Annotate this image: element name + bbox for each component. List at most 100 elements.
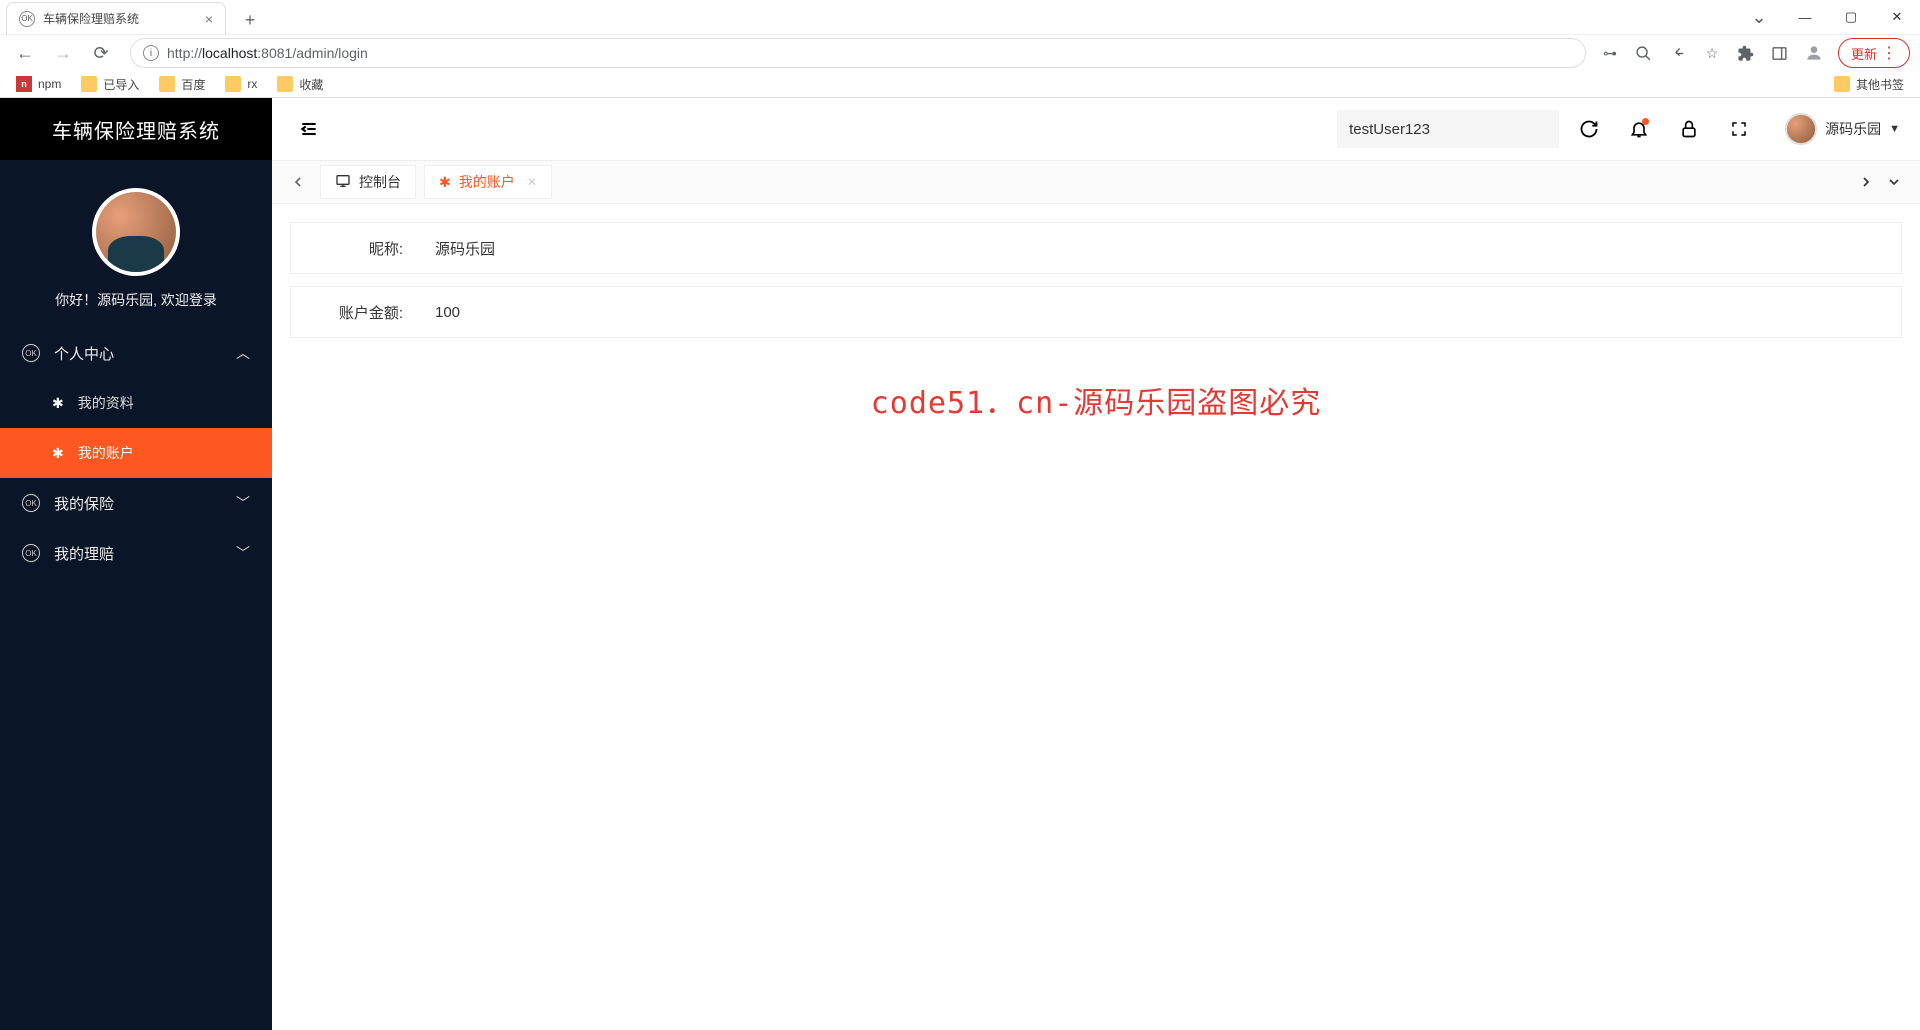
- profile-icon[interactable]: [1804, 43, 1824, 63]
- refresh-button[interactable]: [1569, 109, 1609, 149]
- chevron-left-icon: [290, 174, 306, 190]
- greeting-text: 你好！源码乐园, 欢迎登录: [55, 290, 217, 310]
- nav-my-claims[interactable]: OK 我的理赔 ﹀: [0, 528, 272, 578]
- lock-icon: [1679, 119, 1699, 139]
- password-key-icon[interactable]: ⊶: [1600, 45, 1620, 62]
- bookmark-baidu[interactable]: 百度: [159, 76, 205, 93]
- chevron-down-icon: ﹀: [236, 543, 250, 563]
- url-scheme: http://: [167, 45, 202, 61]
- search-input-wrap: [1337, 110, 1559, 148]
- ok-icon: OK: [22, 494, 40, 512]
- close-window-button[interactable]: ✕: [1874, 1, 1920, 33]
- username-label: 源码乐园: [1825, 119, 1881, 139]
- row-balance: 账户金额: 100: [290, 286, 1902, 338]
- update-label: 更新: [1851, 44, 1877, 63]
- main-area: 源码乐园 ▼ 控制台 ✱ 我的账户 ✕: [272, 98, 1920, 1030]
- lock-button[interactable]: [1669, 109, 1709, 149]
- chevron-right-icon: [1858, 174, 1874, 190]
- zoom-icon[interactable]: [1634, 45, 1654, 62]
- fullscreen-button[interactable]: [1719, 109, 1759, 149]
- star-icon: ✱: [52, 395, 64, 412]
- tab-title: 车辆保险理赔系统: [43, 10, 197, 27]
- page-tabs-row: 控制台 ✱ 我的账户 ✕: [272, 160, 1920, 204]
- star-icon[interactable]: ☆: [1702, 45, 1722, 62]
- nav-my-insurance[interactable]: OK 我的保险 ﹀: [0, 478, 272, 528]
- folder-icon: [277, 76, 293, 92]
- app-root: 车辆保险理赔系统 你好！源码乐园, 欢迎登录 OK 个人中心 ︿ ✱ 我的资料 …: [0, 98, 1920, 1030]
- site-info-icon[interactable]: i: [143, 45, 159, 61]
- caret-down-icon: ▼: [1889, 123, 1900, 135]
- chevron-down-icon: ﹀: [236, 493, 250, 513]
- tab-my-account[interactable]: ✱ 我的账户 ✕: [424, 165, 552, 199]
- menu-toggle-button[interactable]: [292, 112, 326, 146]
- extensions-icon[interactable]: [1736, 45, 1756, 62]
- brand-title: 车辆保险理赔系统: [0, 98, 272, 160]
- nickname-value: 源码乐园: [419, 238, 495, 259]
- sub-my-profile[interactable]: ✱ 我的资料: [0, 378, 272, 428]
- tabs-scroll-right[interactable]: [1852, 168, 1880, 196]
- star-icon: ✱: [52, 445, 64, 462]
- folder-icon: [1834, 76, 1850, 92]
- browser-tab[interactable]: OK 车辆保险理赔系统 ×: [6, 2, 226, 34]
- balance-value: 100: [419, 304, 460, 321]
- favicon-icon: OK: [19, 11, 35, 27]
- avatar: [92, 188, 180, 276]
- browser-chrome: OK 车辆保险理赔系统 × + ⌄ — ▢ ✕ ← → ⟳ i http://l…: [0, 0, 1920, 98]
- sub-label: 我的账户: [78, 443, 134, 463]
- mini-avatar: [1785, 113, 1817, 145]
- search-input[interactable]: [1349, 121, 1547, 138]
- npm-icon: n: [16, 76, 32, 92]
- star-icon: ✱: [439, 174, 451, 191]
- tab-console[interactable]: 控制台: [320, 165, 416, 199]
- folder-icon: [81, 76, 97, 92]
- other-bookmarks[interactable]: 其他书签: [1834, 76, 1904, 93]
- tabs-scroll-left[interactable]: [284, 168, 312, 196]
- close-icon[interactable]: ✕: [527, 175, 537, 189]
- close-icon[interactable]: ×: [205, 11, 213, 27]
- minimize-button[interactable]: —: [1782, 1, 1828, 33]
- avatar-block: 你好！源码乐园, 欢迎登录: [0, 160, 272, 328]
- tab-strip: OK 车辆保险理赔系统 × + ⌄ — ▢ ✕: [0, 0, 1920, 34]
- fullscreen-icon: [1730, 120, 1748, 138]
- chevron-up-icon: ︿: [236, 343, 250, 363]
- address-bar[interactable]: i http://localhost:8081/admin/login: [130, 38, 1586, 68]
- folder-icon: [159, 76, 175, 92]
- refresh-icon: [1579, 119, 1599, 139]
- tabs-dropdown[interactable]: [1880, 168, 1908, 196]
- share-icon[interactable]: [1668, 45, 1688, 62]
- balance-label: 账户金额:: [291, 302, 419, 323]
- nav-personal-center[interactable]: OK 个人中心 ︿: [0, 328, 272, 378]
- maximize-button[interactable]: ▢: [1828, 1, 1874, 33]
- side-panel-icon[interactable]: [1770, 45, 1790, 62]
- reload-button[interactable]: ⟳: [86, 38, 116, 68]
- tabs-dropdown-icon[interactable]: ⌄: [1736, 1, 1782, 33]
- watermark-text: code51．cn-源码乐园盗图必究: [290, 378, 1902, 422]
- tab-label: 我的账户: [459, 172, 515, 192]
- menu-fold-icon: [299, 119, 319, 139]
- sidebar: 车辆保险理赔系统 你好！源码乐园, 欢迎登录 OK 个人中心 ︿ ✱ 我的资料 …: [0, 98, 272, 1030]
- bookmark-npm[interactable]: nnpm: [16, 76, 61, 92]
- ok-icon: OK: [22, 544, 40, 562]
- back-button[interactable]: ←: [10, 38, 40, 68]
- tab-label: 控制台: [359, 172, 401, 192]
- forward-button[interactable]: →: [48, 38, 78, 68]
- nickname-label: 昵称:: [291, 238, 419, 259]
- sub-my-account[interactable]: ✱ 我的账户: [0, 428, 272, 478]
- bookmark-rx[interactable]: rx: [225, 76, 257, 92]
- update-button[interactable]: 更新 ⋮: [1838, 38, 1910, 68]
- nav-toolbar: ← → ⟳ i http://localhost:8081/admin/logi…: [0, 34, 1920, 71]
- user-menu[interactable]: 源码乐园 ▼: [1785, 113, 1900, 145]
- chevron-down-icon: [1886, 174, 1902, 190]
- new-tab-button[interactable]: +: [236, 6, 264, 34]
- notifications-button[interactable]: [1619, 109, 1659, 149]
- nav-label: 个人中心: [54, 343, 114, 364]
- url-port: :8081: [257, 45, 292, 61]
- sub-label: 我的资料: [78, 393, 134, 413]
- console-icon: [335, 173, 351, 192]
- bookmark-bar: nnpm 已导入 百度 rx 收藏 其他书签: [0, 71, 1920, 97]
- row-nickname: 昵称: 源码乐园: [290, 222, 1902, 274]
- folder-icon: [225, 76, 241, 92]
- url-path: /admin/login: [292, 45, 368, 61]
- bookmark-fav[interactable]: 收藏: [277, 76, 323, 93]
- bookmark-imported[interactable]: 已导入: [81, 76, 139, 93]
